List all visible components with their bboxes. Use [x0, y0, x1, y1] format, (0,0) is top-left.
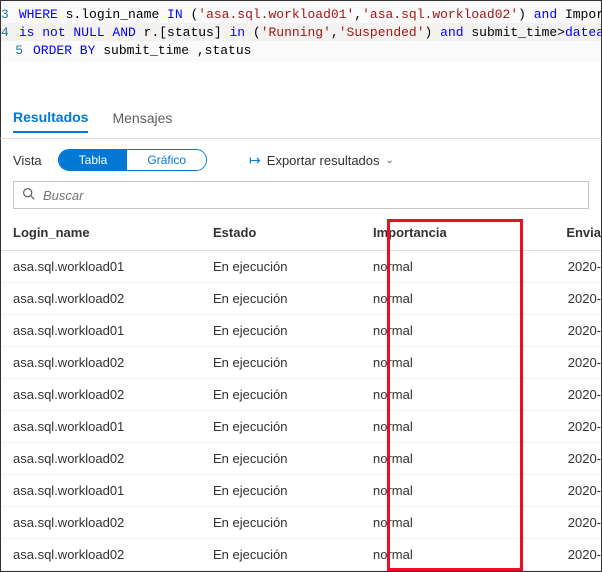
cell-importancia: normal — [361, 347, 481, 379]
table-row[interactable]: asa.sql.workload01En ejecuciónnormal2020… — [1, 475, 601, 507]
sql-editor[interactable]: 3 WHERE s.login_name IN ('asa.sql.worklo… — [0, 0, 602, 63]
cell-envia: 2020- — [481, 507, 601, 539]
cell-estado: En ejecución — [201, 251, 361, 283]
chevron-down-icon: ⌄ — [386, 155, 394, 166]
tab-results[interactable]: Resultados — [13, 109, 88, 133]
cell-login: asa.sql.workload02 — [1, 507, 201, 539]
cell-importancia: normal — [361, 283, 481, 315]
vista-label: Vista — [13, 153, 42, 168]
cell-estado: En ejecución — [201, 443, 361, 475]
cell-estado: En ejecución — [201, 347, 361, 379]
code-line-4: is not NULL AND r.[status] in ('Running'… — [19, 25, 602, 40]
results-toolbar: Vista Tabla Gráfico ↦ Exportar resultado… — [0, 139, 602, 181]
cell-envia: 2020- — [481, 443, 601, 475]
table-row[interactable]: asa.sql.workload01En ejecuciónnormal2020… — [1, 411, 601, 443]
tab-messages[interactable]: Mensajes — [112, 110, 172, 132]
cell-login: asa.sql.workload02 — [1, 283, 201, 315]
code-line-5: ORDER BY submit_time ,status — [33, 43, 251, 58]
cell-importancia: normal — [361, 443, 481, 475]
cell-login: asa.sql.workload01 — [1, 475, 201, 507]
cell-login: asa.sql.workload02 — [1, 379, 201, 411]
table-row[interactable]: asa.sql.workload02En ejecuciónnormal2020… — [1, 507, 601, 539]
cell-importancia: normal — [361, 507, 481, 539]
table-row[interactable]: asa.sql.workload02En ejecuciónnormal2020… — [1, 283, 601, 315]
results-table: Login_name Estado Importancia Envia asa.… — [1, 215, 601, 571]
cell-estado: En ejecución — [201, 283, 361, 315]
cell-envia: 2020- — [481, 251, 601, 283]
cell-importancia: normal — [361, 251, 481, 283]
col-header-estado[interactable]: Estado — [201, 215, 361, 251]
table-row[interactable]: asa.sql.workload01En ejecuciónnormal2020… — [1, 315, 601, 347]
line-number: 3 — [1, 7, 19, 22]
search-input[interactable] — [43, 188, 580, 203]
cell-importancia: normal — [361, 475, 481, 507]
table-row[interactable]: asa.sql.workload02En ejecuciónnormal2020… — [1, 443, 601, 475]
cell-estado: En ejecución — [201, 539, 361, 571]
results-table-wrap: Login_name Estado Importancia Envia asa.… — [0, 215, 602, 572]
view-toggle: Tabla Gráfico — [58, 149, 207, 171]
cell-estado: En ejecución — [201, 475, 361, 507]
cell-estado: En ejecución — [201, 315, 361, 347]
cell-importancia: normal — [361, 315, 481, 347]
cell-login: asa.sql.workload01 — [1, 251, 201, 283]
col-header-envia[interactable]: Envia — [481, 215, 601, 251]
cell-envia: 2020- — [481, 475, 601, 507]
search-icon — [22, 187, 35, 203]
export-icon: ↦ — [249, 152, 261, 169]
cell-login: asa.sql.workload02 — [1, 347, 201, 379]
search-box[interactable] — [13, 181, 589, 209]
cell-envia: 2020- — [481, 283, 601, 315]
result-tabs: Resultados Mensajes — [0, 103, 602, 139]
table-row[interactable]: asa.sql.workload02En ejecuciónnormal2020… — [1, 539, 601, 571]
table-row[interactable]: asa.sql.workload02En ejecuciónnormal2020… — [1, 379, 601, 411]
code-line-3: WHERE s.login_name IN ('asa.sql.workload… — [19, 7, 602, 22]
cell-estado: En ejecución — [201, 379, 361, 411]
table-row[interactable]: asa.sql.workload01En ejecuciónnormal2020… — [1, 251, 601, 283]
cell-importancia: normal — [361, 539, 481, 571]
table-row[interactable]: asa.sql.workload02En ejecuciónnormal2020… — [1, 347, 601, 379]
cell-envia: 2020- — [481, 315, 601, 347]
cell-estado: En ejecución — [201, 507, 361, 539]
toggle-table[interactable]: Tabla — [59, 150, 128, 170]
cell-login: asa.sql.workload01 — [1, 315, 201, 347]
cell-importancia: normal — [361, 379, 481, 411]
cell-envia: 2020- — [481, 411, 601, 443]
cell-envia: 2020- — [481, 347, 601, 379]
cell-envia: 2020- — [481, 539, 601, 571]
export-label: Exportar resultados — [267, 153, 380, 168]
cell-login: asa.sql.workload02 — [1, 539, 201, 571]
line-number: 5 — [1, 43, 33, 58]
cell-envia: 2020- — [481, 379, 601, 411]
cell-importancia: normal — [361, 411, 481, 443]
export-results[interactable]: ↦ Exportar resultados ⌄ — [249, 152, 394, 169]
cell-estado: En ejecución — [201, 411, 361, 443]
toggle-chart[interactable]: Gráfico — [127, 150, 206, 170]
cell-login: asa.sql.workload02 — [1, 443, 201, 475]
line-number: 4 — [1, 25, 19, 40]
cell-login: asa.sql.workload01 — [1, 411, 201, 443]
col-header-login[interactable]: Login_name — [1, 215, 201, 251]
col-header-importancia[interactable]: Importancia — [361, 215, 481, 251]
